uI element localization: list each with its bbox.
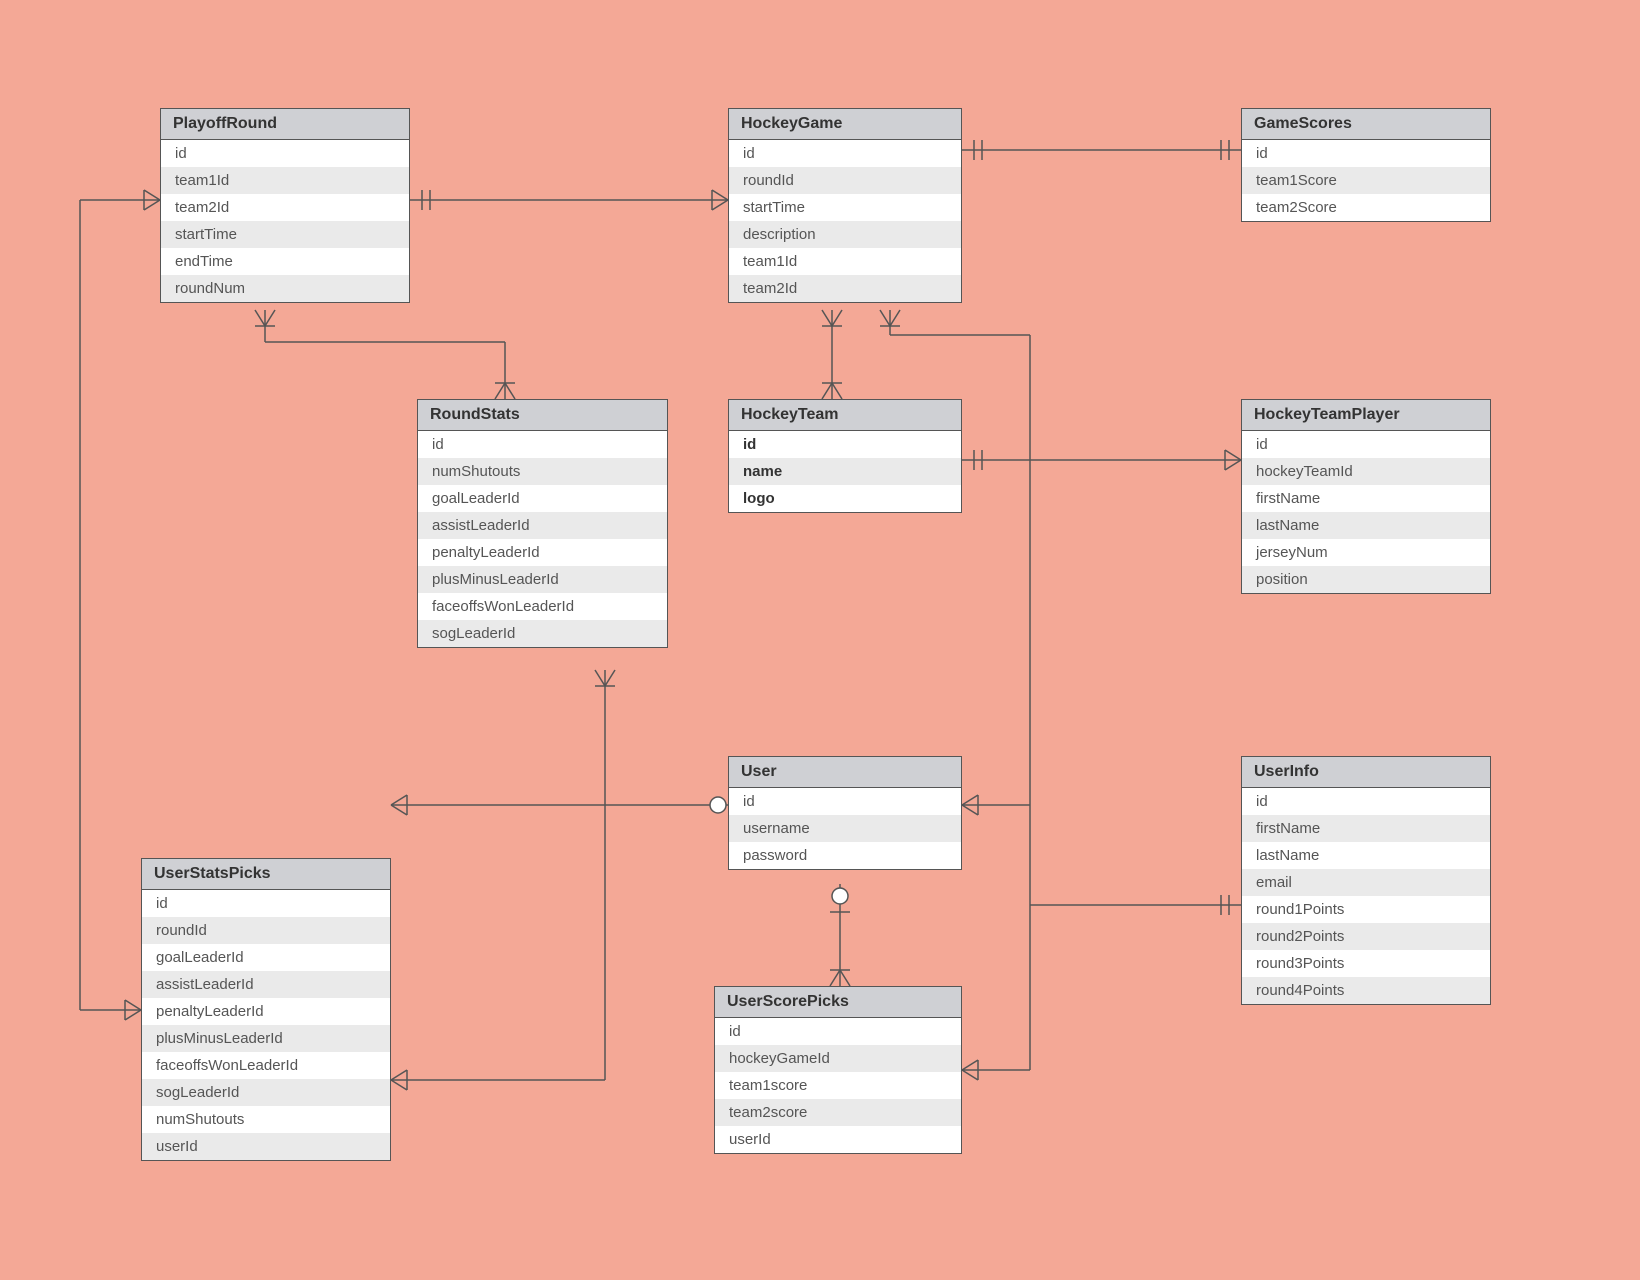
entity-roundstats: RoundStats idnumShutoutsgoalLeaderIdassi… <box>417 399 668 648</box>
entity-gamescores: GameScores idteam1Scoreteam2Score <box>1241 108 1491 222</box>
entity-field: firstName <box>1242 815 1490 842</box>
entity-field: faceoffsWonLeaderId <box>142 1052 390 1079</box>
entity-field: team2Id <box>729 275 961 302</box>
entity-field: team2Score <box>1242 194 1490 221</box>
entity-field: id <box>161 140 409 167</box>
entity-field: firstName <box>1242 485 1490 512</box>
entity-field: penaltyLeaderId <box>418 539 667 566</box>
entity-field: startTime <box>729 194 961 221</box>
entity-title: RoundStats <box>418 400 667 431</box>
entity-field: team1Score <box>1242 167 1490 194</box>
entity-field: sogLeaderId <box>142 1079 390 1106</box>
entity-field: name <box>729 458 961 485</box>
entity-field: round3Points <box>1242 950 1490 977</box>
entity-field: id <box>1242 431 1490 458</box>
entity-field: hockeyGameId <box>715 1045 961 1072</box>
entity-field: team1Id <box>161 167 409 194</box>
entity-hockeyteamplayer: HockeyTeamPlayer idhockeyTeamIdfirstName… <box>1241 399 1491 594</box>
entity-field: id <box>1242 140 1490 167</box>
entity-field: numShutouts <box>142 1106 390 1133</box>
entity-userscorepicks: UserScorePicks idhockeyGameIdteam1scoret… <box>714 986 962 1154</box>
entity-field: assistLeaderId <box>142 971 390 998</box>
entity-field: password <box>729 842 961 869</box>
entity-field: plusMinusLeaderId <box>418 566 667 593</box>
entity-field: round2Points <box>1242 923 1490 950</box>
entity-field: team2score <box>715 1099 961 1126</box>
entity-field: assistLeaderId <box>418 512 667 539</box>
entity-field: id <box>142 890 390 917</box>
entity-field: id <box>1242 788 1490 815</box>
entity-field: sogLeaderId <box>418 620 667 647</box>
entity-title: HockeyTeamPlayer <box>1242 400 1490 431</box>
entity-field: username <box>729 815 961 842</box>
entity-field: goalLeaderId <box>142 944 390 971</box>
entity-field: plusMinusLeaderId <box>142 1025 390 1052</box>
entity-field: position <box>1242 566 1490 593</box>
entity-field: userId <box>142 1133 390 1160</box>
entity-field: roundId <box>729 167 961 194</box>
entity-hockeygame: HockeyGame idroundIdstartTimedescription… <box>728 108 962 303</box>
entity-field: description <box>729 221 961 248</box>
entity-field: round4Points <box>1242 977 1490 1004</box>
entity-field: lastName <box>1242 512 1490 539</box>
entity-title: UserInfo <box>1242 757 1490 788</box>
entity-userstatspicks: UserStatsPicks idroundIdgoalLeaderIdassi… <box>141 858 391 1161</box>
entity-field: faceoffsWonLeaderId <box>418 593 667 620</box>
entity-title: PlayoffRound <box>161 109 409 140</box>
entity-field: numShutouts <box>418 458 667 485</box>
entity-field: team1Id <box>729 248 961 275</box>
entity-field: jerseyNum <box>1242 539 1490 566</box>
entity-title: UserScorePicks <box>715 987 961 1018</box>
entity-title: HockeyGame <box>729 109 961 140</box>
entity-field: id <box>729 788 961 815</box>
entity-hockeyteam: HockeyTeam idnamelogo <box>728 399 962 513</box>
entity-field: hockeyTeamId <box>1242 458 1490 485</box>
entity-title: HockeyTeam <box>729 400 961 431</box>
entity-field: email <box>1242 869 1490 896</box>
entity-field: goalLeaderId <box>418 485 667 512</box>
entity-field: logo <box>729 485 961 512</box>
entity-playoffround: PlayoffRound idteam1Idteam2IdstartTimeen… <box>160 108 410 303</box>
entity-title: GameScores <box>1242 109 1490 140</box>
entity-title: UserStatsPicks <box>142 859 390 890</box>
entity-field: lastName <box>1242 842 1490 869</box>
entity-field: team1score <box>715 1072 961 1099</box>
entity-title: User <box>729 757 961 788</box>
entity-field: endTime <box>161 248 409 275</box>
entity-field: id <box>729 431 961 458</box>
entity-field: id <box>418 431 667 458</box>
entity-field: roundId <box>142 917 390 944</box>
entity-field: userId <box>715 1126 961 1153</box>
entity-field: id <box>729 140 961 167</box>
entity-field: penaltyLeaderId <box>142 998 390 1025</box>
entity-field: team2Id <box>161 194 409 221</box>
entity-field: id <box>715 1018 961 1045</box>
entity-field: round1Points <box>1242 896 1490 923</box>
entity-field: roundNum <box>161 275 409 302</box>
entity-field: startTime <box>161 221 409 248</box>
entity-userinfo: UserInfo idfirstNamelastNameemailround1P… <box>1241 756 1491 1005</box>
entity-user: User idusernamepassword <box>728 756 962 870</box>
